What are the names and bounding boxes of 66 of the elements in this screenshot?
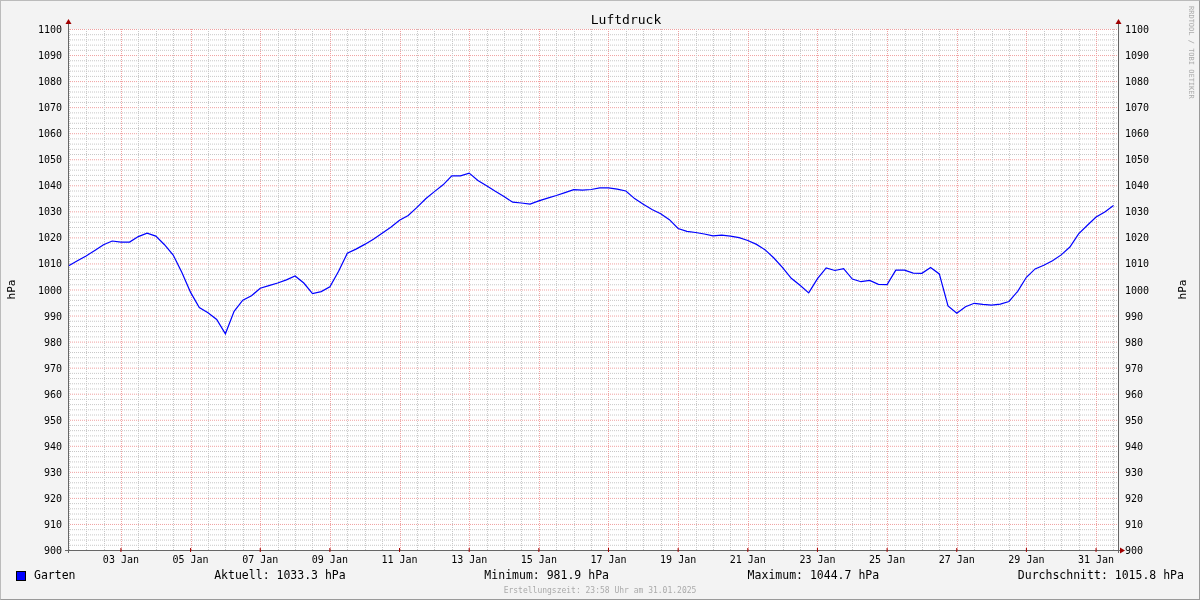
y-tick-label: 960 — [43, 388, 62, 400]
y-tick-label: 970 — [43, 362, 62, 374]
y-axis-label: hPa — [5, 279, 18, 300]
y-tick-label: 950 — [1125, 414, 1144, 426]
y-tick-label: 1020 — [37, 232, 62, 244]
y-tick-label: 910 — [1125, 518, 1144, 530]
y-tick-label: 940 — [1125, 440, 1144, 452]
x-tick-label: 17 Jan — [590, 554, 627, 565]
y-tick-label: 1090 — [1125, 50, 1150, 62]
y-tick-label: 1050 — [1125, 154, 1150, 166]
x-tick-label: 05 Jan — [172, 554, 209, 565]
y-tick-label: 1060 — [1125, 128, 1150, 140]
x-tick-label: 23 Jan — [799, 554, 836, 565]
y-tick-label: 910 — [43, 518, 62, 530]
stat-text: Durchschnitt: 1015.8 hPa — [1017, 567, 1184, 585]
x-tick-label: 03 Jan — [102, 554, 139, 565]
x-tick-label: 21 Jan — [729, 554, 766, 565]
y-tick-label: 1070 — [1125, 102, 1150, 114]
x-tick-label: 15 Jan — [520, 554, 557, 565]
legend-label: Garten — [34, 567, 76, 585]
y-tick-label: 1080 — [1125, 76, 1150, 88]
stat-text: Maximum: 1044.7 hPa — [747, 567, 880, 585]
x-tick-label: 11 Jan — [381, 554, 418, 565]
y-tick-label: 990 — [1125, 310, 1144, 322]
y-tick-label: 920 — [43, 492, 62, 504]
x-tick-label: 09 Jan — [311, 554, 348, 565]
y-tick-label: 1000 — [37, 284, 62, 296]
y-tick-label: 930 — [1125, 466, 1144, 478]
y-tick-label: 1040 — [1125, 180, 1150, 192]
y-tick-label: 1040 — [37, 180, 62, 192]
y-tick-label: 980 — [1125, 336, 1144, 348]
y-tick-label: 1030 — [1125, 206, 1150, 218]
y-axis-label: hPa — [1176, 279, 1189, 300]
y-tick-label: 930 — [43, 466, 62, 478]
stat-text: Minimum: 981.9 hPa — [484, 567, 609, 585]
y-tick-label: 1080 — [37, 76, 62, 88]
y-tick-label: 1020 — [1125, 232, 1150, 244]
y-tick-label: 1100 — [1125, 24, 1150, 35]
y-tick-label: 1030 — [37, 206, 62, 218]
y-tick-label: 1060 — [37, 128, 62, 140]
x-tick-label: 31 Jan — [1078, 554, 1115, 565]
creation-time: Erstellungszeit: 23:58 Uhr am 31.01.2025 — [503, 585, 697, 597]
graph-title: Luftdruck — [590, 12, 662, 27]
y-tick-label: 950 — [43, 414, 62, 426]
y-tick-label: 1010 — [37, 258, 62, 270]
x-tick-label: 27 Jan — [938, 554, 975, 565]
y-tick-label: 1050 — [37, 154, 62, 166]
y-tick-label: 970 — [1125, 362, 1144, 374]
y-tick-label: 900 — [1125, 545, 1144, 556]
y-tick-label: 920 — [1125, 492, 1144, 504]
y-tick-label: 940 — [43, 440, 62, 452]
y-tick-label: 1100 — [37, 24, 62, 35]
y-tick-label: 960 — [1125, 388, 1144, 400]
y-tick-label: 1010 — [1125, 258, 1150, 270]
y-tick-label: 1070 — [37, 102, 62, 114]
x-tick-label: 29 Jan — [1008, 554, 1045, 565]
y-tick-label: 900 — [43, 545, 62, 556]
x-tick-label: 13 Jan — [451, 554, 488, 565]
x-tick-label: 25 Jan — [869, 554, 906, 565]
x-tick-label: 07 Jan — [242, 554, 279, 565]
stat-text: Aktuell: 1033.3 hPa — [214, 567, 346, 585]
x-tick-label: 19 Jan — [660, 554, 697, 565]
y-tick-label: 980 — [43, 336, 62, 348]
y-tick-label: 990 — [43, 310, 62, 322]
y-tick-label: 1000 — [1125, 284, 1150, 296]
y-tick-label: 1090 — [37, 50, 62, 62]
